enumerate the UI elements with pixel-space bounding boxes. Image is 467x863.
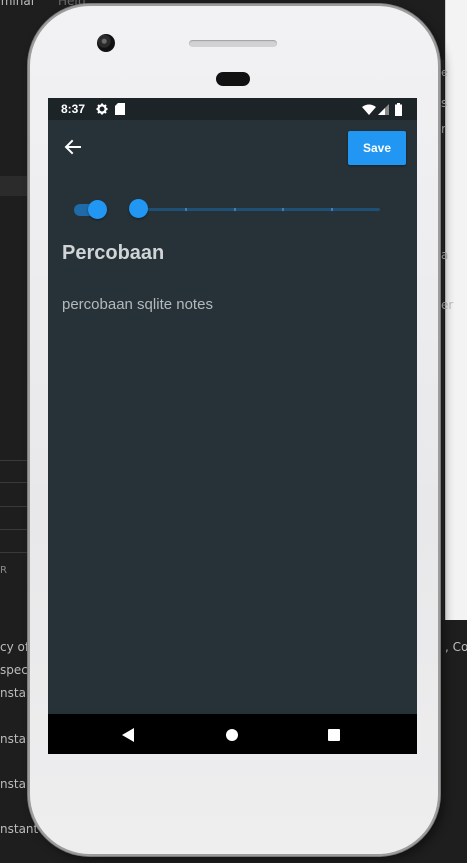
- ide-divider: [0, 482, 30, 483]
- toggle-switch[interactable]: [72, 198, 108, 222]
- ide-text-snippet: nstant: [0, 822, 39, 836]
- phone-emulator-frame: 8:37 Save Percobaan percobaan sqlite not…: [28, 4, 440, 856]
- ide-text-snippet: e: [441, 66, 448, 79]
- ide-text-snippet: , Col: [445, 640, 467, 654]
- ide-divider: [0, 552, 30, 553]
- sd-card-icon: [115, 103, 125, 115]
- ide-text-snippet: nstar: [0, 686, 31, 700]
- phone-screen: 8:37 Save Percobaan percobaan sqlite not…: [48, 98, 417, 754]
- earpiece-speaker: [189, 40, 277, 47]
- slider-tick: [233, 208, 236, 211]
- ide-text-snippet: a: [441, 248, 449, 262]
- ide-text-snippet: r: [441, 122, 446, 136]
- ide-text-snippet: nstar: [0, 777, 31, 791]
- nav-home-button[interactable]: [202, 714, 262, 754]
- nav-recents-button[interactable]: [304, 714, 364, 754]
- ide-menu-terminal[interactable]: rminal: [0, 0, 34, 8]
- ide-text-snippet: spec: [0, 663, 28, 677]
- slider-track: [136, 208, 380, 211]
- back-triangle-icon: [122, 728, 134, 742]
- home-circle-icon: [226, 729, 238, 741]
- ide-divider: [0, 529, 30, 530]
- status-time: 8:37: [61, 102, 86, 116]
- priority-slider[interactable]: [126, 196, 384, 222]
- nav-back-button[interactable]: [98, 714, 158, 754]
- ide-text-snippet: s: [441, 96, 448, 110]
- front-camera: [97, 34, 115, 52]
- ide-text-snippet: cy of: [0, 640, 30, 654]
- battery-icon: [395, 103, 402, 116]
- slider-tick: [184, 208, 187, 211]
- signal-icon: [378, 104, 389, 115]
- slider-thumb[interactable]: [128, 199, 148, 218]
- slider-tick: [331, 208, 334, 211]
- toggle-thumb[interactable]: [88, 200, 107, 219]
- settings-icon: [96, 103, 108, 115]
- app-bar: Save: [48, 120, 417, 176]
- save-button[interactable]: Save: [348, 131, 406, 165]
- navigation-bar: [48, 714, 417, 754]
- ide-text-snippet: R: [0, 565, 7, 576]
- proximity-sensor: [216, 72, 250, 86]
- wifi-icon: [362, 104, 376, 115]
- ide-selected-row: [0, 176, 30, 196]
- ide-divider: [0, 506, 30, 507]
- status-bar: 8:37: [48, 98, 417, 120]
- arrow-back-icon: [64, 139, 81, 155]
- ide-divider: [0, 460, 30, 461]
- desktop-stage: rminal Help cy of spec nstar nstar nstar…: [0, 0, 467, 863]
- ide-text-snippet: er: [441, 298, 454, 312]
- back-button[interactable]: [58, 132, 88, 162]
- slider-tick: [282, 208, 285, 211]
- ide-text-snippet: nstar: [0, 732, 31, 746]
- note-title[interactable]: Percobaan: [62, 242, 164, 265]
- recents-square-icon: [328, 729, 340, 741]
- note-content[interactable]: percobaan sqlite notes: [62, 296, 213, 313]
